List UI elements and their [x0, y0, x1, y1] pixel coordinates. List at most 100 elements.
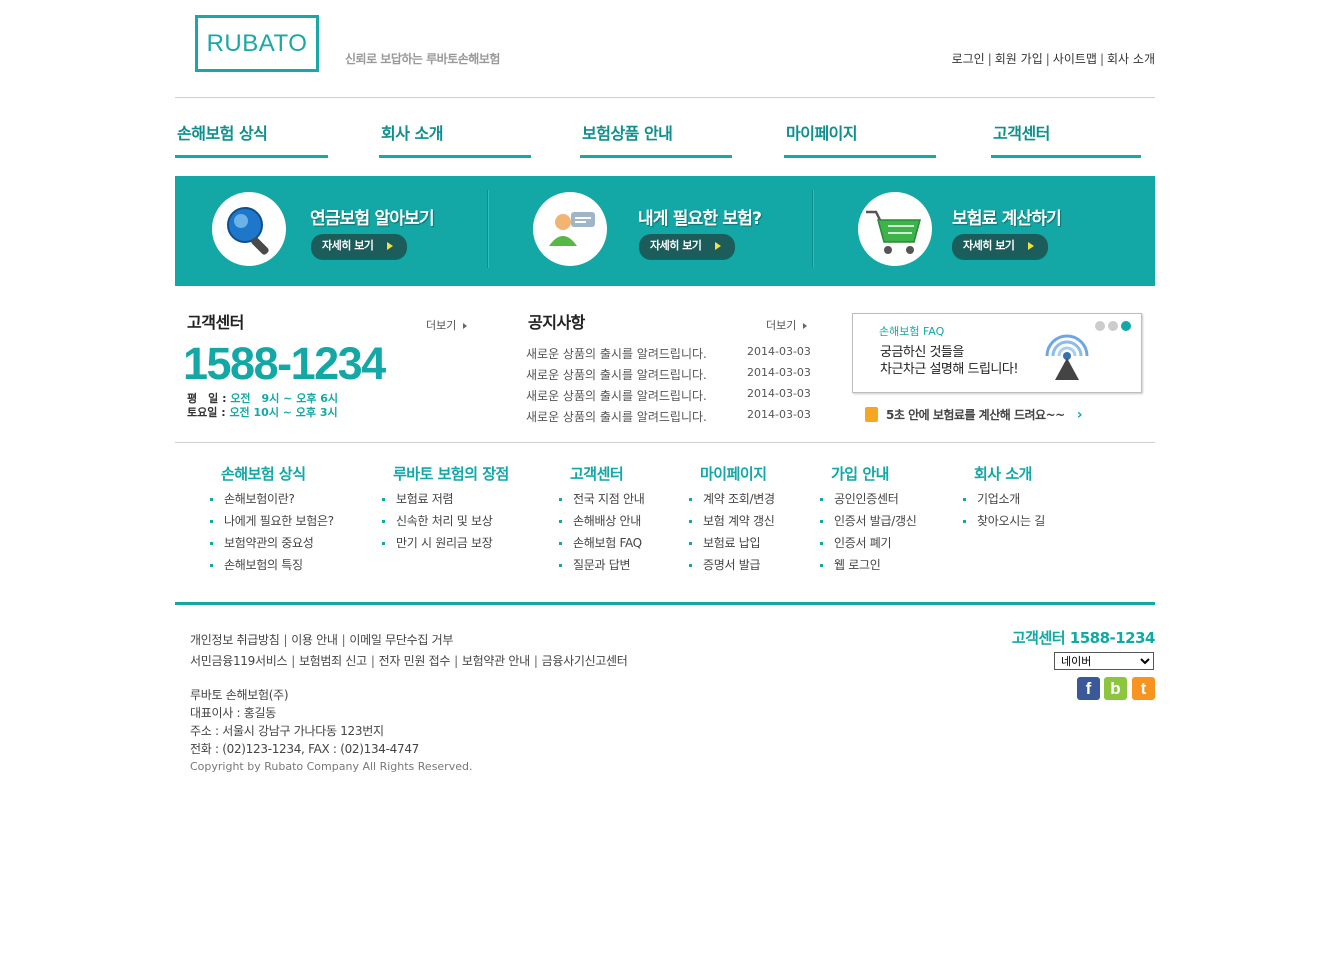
sitemap-link[interactable]: 찾아오시는 길 — [963, 510, 1045, 532]
bullet-icon — [820, 564, 823, 567]
blog-icon[interactable]: b — [1104, 677, 1127, 700]
sitemap-link[interactable]: 공인인증센터 — [820, 488, 916, 510]
customer-center-more-link[interactable]: 더보기 — [426, 317, 468, 333]
carousel-dot[interactable] — [1095, 321, 1105, 331]
fraud-report-link[interactable]: 보험범죄 신고 — [299, 654, 367, 668]
customer-center-phone: 1588-1234 — [183, 338, 386, 389]
bullet-icon — [963, 520, 966, 523]
sitemap-heading[interactable]: 손해보험 상식 — [221, 463, 334, 484]
lock-icon — [865, 407, 878, 422]
carousel-dot[interactable] — [1108, 321, 1118, 331]
sitemap-link[interactable]: 기업소개 — [963, 488, 1045, 510]
calc-label: 5초 안에 보험료를 계산해 드려요~~ — [886, 408, 1065, 422]
sitemap-link[interactable]: 전국 지점 안내 — [559, 488, 645, 510]
bullet-icon — [559, 542, 562, 545]
sitemap-link[interactable]: 보험 계약 갱신 — [689, 510, 775, 532]
twitter-icon[interactable]: t — [1132, 677, 1155, 700]
carousel-dot-active[interactable] — [1121, 321, 1131, 331]
sitemap-link[interactable]: 손해보험이란? — [210, 488, 334, 510]
nav-insurance-knowledge[interactable]: 손해보험 상식 — [175, 124, 328, 158]
shopping-cart-icon — [858, 192, 932, 266]
sitemap-link[interactable]: 손해보험 FAQ — [559, 532, 644, 554]
nav-label: 고객센터 — [993, 124, 1050, 143]
notice-date: 2014-03-03 — [747, 387, 811, 400]
page: RUBATO 신뢰로 보답하는 루바토손해보험 로그인 | 회원 가입 | 사이트맵 | 회… — [175, 0, 1156, 805]
sitemap-link[interactable]: 손해보험의 특징 — [210, 554, 334, 576]
sitemap-heading[interactable]: 회사 소개 — [974, 463, 1045, 484]
banner-title: 내게 필요한 보험? — [638, 209, 762, 229]
bullet-icon — [382, 520, 385, 523]
separator: | — [454, 654, 458, 668]
company-address: 주소 : 서울시 강남구 가나다동 123번지 — [190, 724, 384, 738]
sitemap-link[interactable]: 보험약관의 중요성 — [210, 532, 334, 554]
sitemap-link[interactable]: 계약 조회/변경 — [689, 488, 775, 510]
footer-links-row: 개인정보 취급방침 | 이용 안내 | 이메일 무단수집 거부 — [190, 631, 453, 648]
nav-products[interactable]: 보험상품 안내 — [580, 124, 732, 158]
bullet-icon — [382, 498, 385, 501]
sitemap-heading[interactable]: 가입 안내 — [831, 463, 916, 484]
banner-detail-button[interactable]: 자세히 보기 — [639, 234, 735, 258]
logo[interactable]: RUBATO — [195, 15, 319, 72]
company-phone: 전화 : (02)123-1234, FAX : (02)134-4747 — [190, 742, 419, 756]
facebook-icon[interactable]: f — [1077, 677, 1100, 700]
notice-more-link[interactable]: 더보기 — [766, 317, 808, 333]
bullet-icon — [820, 498, 823, 501]
company-intro-link[interactable]: 회사 소개 — [1107, 52, 1155, 66]
sitemap-link[interactable]: 웹 로그인 — [820, 554, 916, 576]
sitemap-heading[interactable]: 마이페이지 — [700, 463, 775, 484]
bullet-icon — [689, 564, 692, 567]
sitemap-link[interactable]: 신속한 처리 및 보상 — [382, 510, 509, 532]
notice-item[interactable]: 새로운 상품의 출시를 알려드립니다. 2014-03-03 — [526, 408, 816, 425]
sitemap-link[interactable]: 사이트맵 — [1053, 52, 1097, 66]
sitemap-link[interactable]: 나에게 필요한 보험은? — [210, 510, 334, 532]
nav-mypage[interactable]: 마이페이지 — [784, 124, 936, 158]
separator: | — [533, 654, 538, 668]
banner-detail-button[interactable]: 자세히 보기 — [952, 234, 1048, 258]
slogan: 신뢰로 보답하는 루바토손해보험 — [345, 52, 500, 66]
faq-banner[interactable]: 손해보험 FAQ 궁금하신 것들을 차근차근 설명해 드립니다! — [852, 313, 1142, 393]
banner-detail-button[interactable]: 자세히 보기 — [311, 234, 407, 258]
premium-calc-link[interactable]: 5초 안에 보험료를 계산해 드려요~~ › — [865, 406, 1083, 423]
sitemap-link[interactable]: 인증서 발급/갱신 — [820, 510, 917, 532]
sitemap-link[interactable]: 손해배상 안내 — [559, 510, 644, 532]
signup-link[interactable]: 회원 가입 — [995, 52, 1043, 66]
sitemap-link[interactable]: 인증서 폐기 — [820, 532, 916, 554]
sitemap-column: 회사 소개 기업소개 찾아오시는 길 — [963, 463, 1045, 532]
notice-item[interactable]: 새로운 상품의 출시를 알려드립니다. 2014-03-03 — [526, 387, 816, 404]
login-link[interactable]: 로그인 — [952, 52, 985, 66]
bullet-icon — [689, 542, 692, 545]
sitemap-column: 루바토 보험의 장점 보험료 저렴 신속한 처리 및 보상 만기 시 원리금 보… — [382, 463, 509, 554]
separator: | — [1099, 52, 1105, 66]
sitemap-link[interactable]: 보험료 저렴 — [382, 488, 509, 510]
nav-company-intro[interactable]: 회사 소개 — [379, 124, 531, 158]
complaint-link[interactable]: 전자 민원 접수 — [379, 654, 451, 668]
nav-customer-center[interactable]: 고객센터 — [991, 124, 1141, 158]
sitemap-heading[interactable]: 루바토 보험의 장점 — [393, 463, 509, 484]
financial-fraud-center-link[interactable]: 금융사기신고센터 — [542, 654, 628, 668]
company-name: 루바토 손해보험(주) — [190, 688, 289, 702]
magnifier-icon — [212, 192, 286, 266]
sitemap-column: 손해보험 상식 손해보험이란? 나에게 필요한 보험은? 보험약관의 중요성 손… — [210, 463, 334, 576]
finance119-link[interactable]: 서민금융119서비스 — [190, 654, 287, 668]
sitemap-link[interactable]: 보험료 납입 — [689, 532, 775, 554]
sitemap-link[interactable]: 질문과 답변 — [559, 554, 644, 576]
notice-date: 2014-03-03 — [747, 408, 811, 421]
sitemap-heading[interactable]: 고객센터 — [570, 463, 644, 484]
bullet-icon — [382, 542, 385, 545]
banner-title: 보험료 계산하기 — [952, 209, 1062, 229]
more-label: 더보기 — [426, 319, 457, 332]
faq-text: 궁금하신 것들을 차근차근 설명해 드립니다! — [880, 344, 1019, 378]
sitemap-link[interactable]: 만기 시 원리금 보장 — [382, 532, 509, 554]
email-refusal-link[interactable]: 이메일 무단수집 거부 — [349, 633, 453, 647]
faq-line: 차근차근 설명해 드립니다! — [880, 362, 1019, 377]
terms-link[interactable]: 이용 안내 — [291, 633, 338, 647]
notice-item[interactable]: 새로운 상품의 출시를 알려드립니다. 2014-03-03 — [526, 366, 816, 383]
sitemap-link[interactable]: 증명서 발급 — [689, 554, 775, 576]
notice-item[interactable]: 새로운 상품의 출시를 알려드립니다. 2014-03-03 — [526, 345, 816, 362]
bullet-icon — [210, 542, 213, 545]
terms-guide-link[interactable]: 보험약관 안내 — [462, 654, 530, 668]
privacy-policy-link[interactable]: 개인정보 취급방침 — [190, 633, 280, 647]
arrow-right-icon — [1028, 242, 1034, 250]
family-site-select[interactable]: 네이버 — [1054, 652, 1154, 670]
bullet-icon — [689, 520, 692, 523]
